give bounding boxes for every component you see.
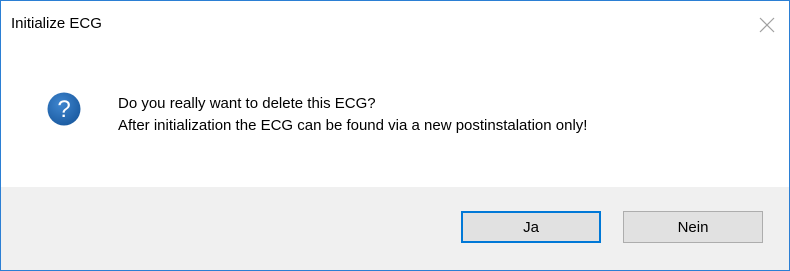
svg-text:?: ? (57, 96, 70, 123)
close-button[interactable] (747, 7, 787, 43)
yes-button[interactable]: Ja (461, 211, 601, 243)
dialog-message: Do you really want to delete this ECG? A… (118, 93, 587, 137)
dialog-content: ? Do you really want to delete this ECG?… (1, 51, 789, 187)
dialog-window: Initialize ECG ? Do you really want to d… (0, 0, 790, 271)
message-line-1: Do you really want to delete this ECG? (118, 95, 376, 112)
close-icon (759, 17, 775, 33)
no-button[interactable]: Nein (623, 211, 763, 243)
message-line-2: After initialization the ECG can be foun… (118, 117, 588, 134)
title-bar: Initialize ECG (1, 1, 789, 51)
dialog-footer: Ja Nein (1, 187, 789, 270)
dialog-title: Initialize ECG (11, 15, 102, 32)
question-icon: ? (47, 92, 81, 126)
